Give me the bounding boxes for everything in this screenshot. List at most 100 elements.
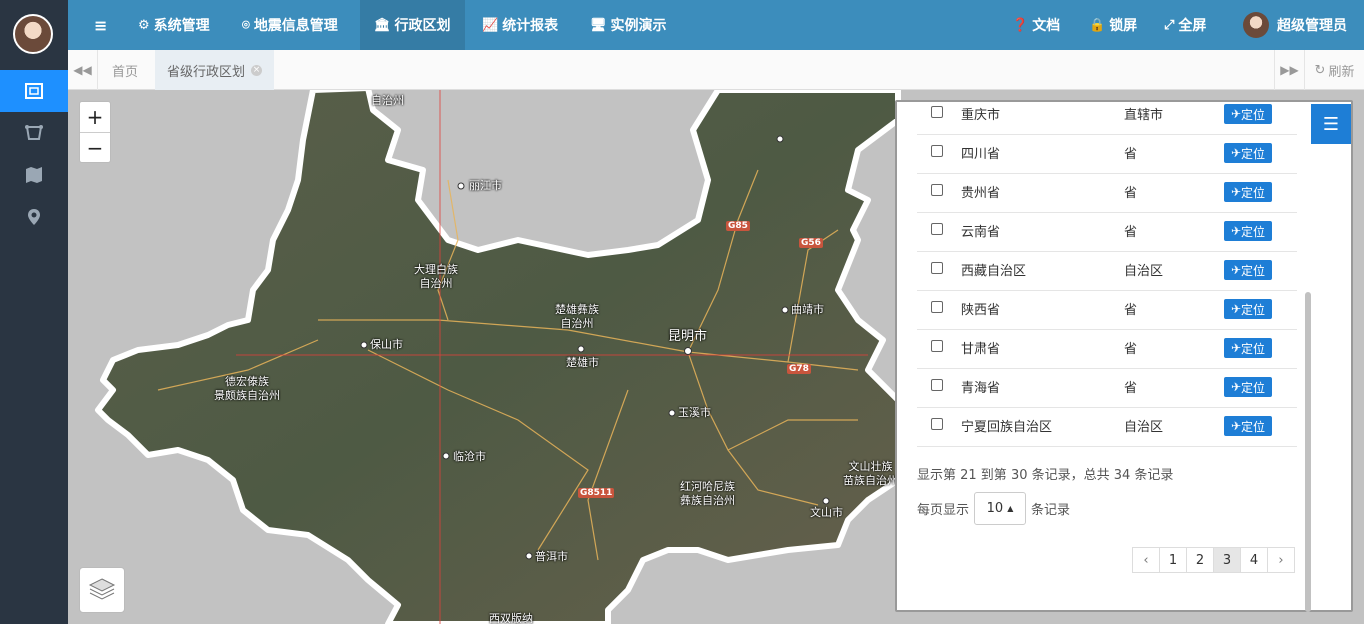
panel-scrollbar[interactable] xyxy=(1305,292,1311,612)
locate-button[interactable]: ✈ 定位 xyxy=(1224,377,1272,397)
sidebar-item-marker[interactable] xyxy=(0,196,68,238)
map-label-honghe: 红河哈尼族 彝族自治州 xyxy=(680,480,735,507)
nav-system-management[interactable]: ⚙ 系统管理 xyxy=(138,0,210,50)
zoom-in-button[interactable]: + xyxy=(80,102,110,132)
row-type: 省 xyxy=(1124,186,1138,201)
sidebar-item-region[interactable] xyxy=(0,70,68,112)
user-avatar xyxy=(1243,12,1269,38)
locate-button[interactable]: ✈ 定位 xyxy=(1224,104,1272,124)
tab-home[interactable]: 首页 xyxy=(100,50,150,90)
nav-admin-division[interactable]: 🏛 行政区划 xyxy=(360,0,465,50)
map-label-wenshan: 文山市 xyxy=(810,506,843,519)
locate-button[interactable]: ✈ 定位 xyxy=(1224,338,1272,358)
table-row: 西藏自治区 自治区 ✈ 定位 xyxy=(917,252,1297,291)
row-checkbox[interactable] xyxy=(931,223,943,235)
pagination: ‹ 1 2 3 4 › xyxy=(1132,547,1295,573)
left-sidebar xyxy=(0,0,68,624)
locate-button[interactable]: ✈ 定位 xyxy=(1224,182,1272,202)
row-checkbox[interactable] xyxy=(931,301,943,313)
page-button-4[interactable]: 4 xyxy=(1240,547,1268,573)
page-size-select[interactable]: 10 ▲ xyxy=(974,492,1027,525)
question-icon: ❓ xyxy=(1012,17,1029,33)
row-checkbox[interactable] xyxy=(931,184,943,196)
map-label-top-pref: 自治州 xyxy=(371,94,404,107)
row-name: 甘肃省 xyxy=(961,342,1001,357)
refresh-icon: ↻ xyxy=(1314,62,1326,78)
row-name: 西藏自治区 xyxy=(961,264,1027,279)
monitor-icon: 🖥 xyxy=(590,17,607,33)
map-label-puer: 普洱市 xyxy=(535,550,568,563)
nav-fullscreen[interactable]: ⤢ 全屏 xyxy=(1164,0,1206,50)
row-type: 省 xyxy=(1124,342,1138,357)
locate-button[interactable]: ✈ 定位 xyxy=(1224,299,1272,319)
region-icon xyxy=(25,83,43,99)
nav-statistics[interactable]: 📈 统计报表 xyxy=(482,0,558,50)
page-button-2[interactable]: 2 xyxy=(1186,547,1214,573)
map-label-chuxiong-pref: 楚雄彝族 自治州 xyxy=(555,303,599,330)
row-type: 省 xyxy=(1124,303,1138,318)
row-checkbox[interactable] xyxy=(931,262,943,274)
map-marker-icon xyxy=(28,209,40,225)
tab-scroll-right-button[interactable]: ▶▶ xyxy=(1274,50,1304,90)
row-type: 自治区 xyxy=(1124,264,1164,279)
locate-button[interactable]: ✈ 定位 xyxy=(1224,221,1272,241)
table-row: 甘肃省 省 ✈ 定位 xyxy=(917,330,1297,369)
send-icon: ✈ xyxy=(1230,107,1242,121)
map-label-wenshan-pref: 文山壮族 苗族自治州 xyxy=(843,460,898,487)
pagination-info: 显示第 21 到第 30 条记录，总共 34 条记录 xyxy=(917,468,1174,483)
map-label-dehong: 德宏傣族 景颇族自治州 xyxy=(214,375,280,402)
table-row: 重庆市 直辖市 ✈ 定位 xyxy=(917,102,1297,135)
zoom-out-button[interactable]: − xyxy=(80,132,110,162)
row-type: 省 xyxy=(1124,147,1138,162)
nav-docs[interactable]: ❓ 文档 xyxy=(1012,0,1060,50)
tab-scroll-left-button[interactable]: ◀◀ xyxy=(68,50,98,90)
row-checkbox[interactable] xyxy=(931,145,943,157)
row-name: 宁夏回族自治区 xyxy=(961,420,1053,435)
locate-button[interactable]: ✈ 定位 xyxy=(1224,260,1272,280)
highway-badge: G78 xyxy=(787,364,811,374)
page-size-control: 每页显示 10 ▲ 条记录 xyxy=(917,492,1070,525)
user-menu[interactable]: 超级管理员 xyxy=(1243,0,1347,50)
sidebar-item-map[interactable] xyxy=(0,154,68,196)
area-chart-icon: 📈 xyxy=(482,17,499,33)
hamburger-icon[interactable]: ≡ xyxy=(94,0,107,50)
refresh-button[interactable]: ↻ 刷新 xyxy=(1304,50,1364,90)
layers-button[interactable] xyxy=(79,567,125,613)
panel-toggle-button[interactable]: ☰ xyxy=(1311,104,1351,144)
sidebar-avatar[interactable] xyxy=(13,14,53,54)
double-chevron-right-icon: ▶▶ xyxy=(1280,63,1299,77)
row-name: 青海省 xyxy=(961,381,1001,396)
send-icon: ✈ xyxy=(1230,419,1242,433)
row-checkbox[interactable] xyxy=(931,340,943,352)
page-button-3[interactable]: 3 xyxy=(1213,547,1241,573)
row-type: 直辖市 xyxy=(1124,108,1164,123)
row-name: 重庆市 xyxy=(961,108,1001,123)
map-pin-icon: ⌾ xyxy=(242,17,250,33)
gear-icon: ⚙ xyxy=(138,17,150,33)
row-checkbox[interactable] xyxy=(931,106,943,118)
map-label-kunming: 昆明市 xyxy=(668,329,708,344)
nav-earthquake-info[interactable]: ⌾ 地震信息管理 xyxy=(242,0,338,50)
locate-button[interactable]: ✈ 定位 xyxy=(1224,416,1272,436)
nav-lock-screen[interactable]: 🔒 锁屏 xyxy=(1089,0,1137,50)
map-label-lincang: 临沧市 xyxy=(453,450,486,463)
nav-demo[interactable]: 🖥 实例演示 xyxy=(590,0,667,50)
row-checkbox[interactable] xyxy=(931,418,943,430)
province-table: 重庆市 直辖市 ✈ 定位 四川省 省 ✈ 定位 贵州省 省 ✈ 定位 云南省 省 ✈ 定… xyxy=(917,102,1297,447)
prev-page-button[interactable]: ‹ xyxy=(1132,547,1160,573)
caret-up-icon: ▲ xyxy=(1007,504,1014,513)
locate-button[interactable]: ✈ 定位 xyxy=(1224,143,1272,163)
sidebar-item-area[interactable] xyxy=(0,112,68,154)
map-label-dali: 大理白族 自治州 xyxy=(414,263,458,290)
table-row: 青海省 省 ✈ 定位 xyxy=(917,369,1297,408)
send-icon: ✈ xyxy=(1230,224,1242,238)
table-row: 云南省 省 ✈ 定位 xyxy=(917,213,1297,252)
row-checkbox[interactable] xyxy=(931,379,943,391)
close-icon[interactable]: × xyxy=(251,64,263,76)
next-page-button[interactable]: › xyxy=(1267,547,1295,573)
list-icon: ☰ xyxy=(1322,113,1340,135)
tab-province-division[interactable]: 省级行政区划 × xyxy=(155,50,275,90)
row-name: 云南省 xyxy=(961,225,1001,240)
page-button-1[interactable]: 1 xyxy=(1159,547,1187,573)
zoom-control: + − xyxy=(79,101,111,163)
